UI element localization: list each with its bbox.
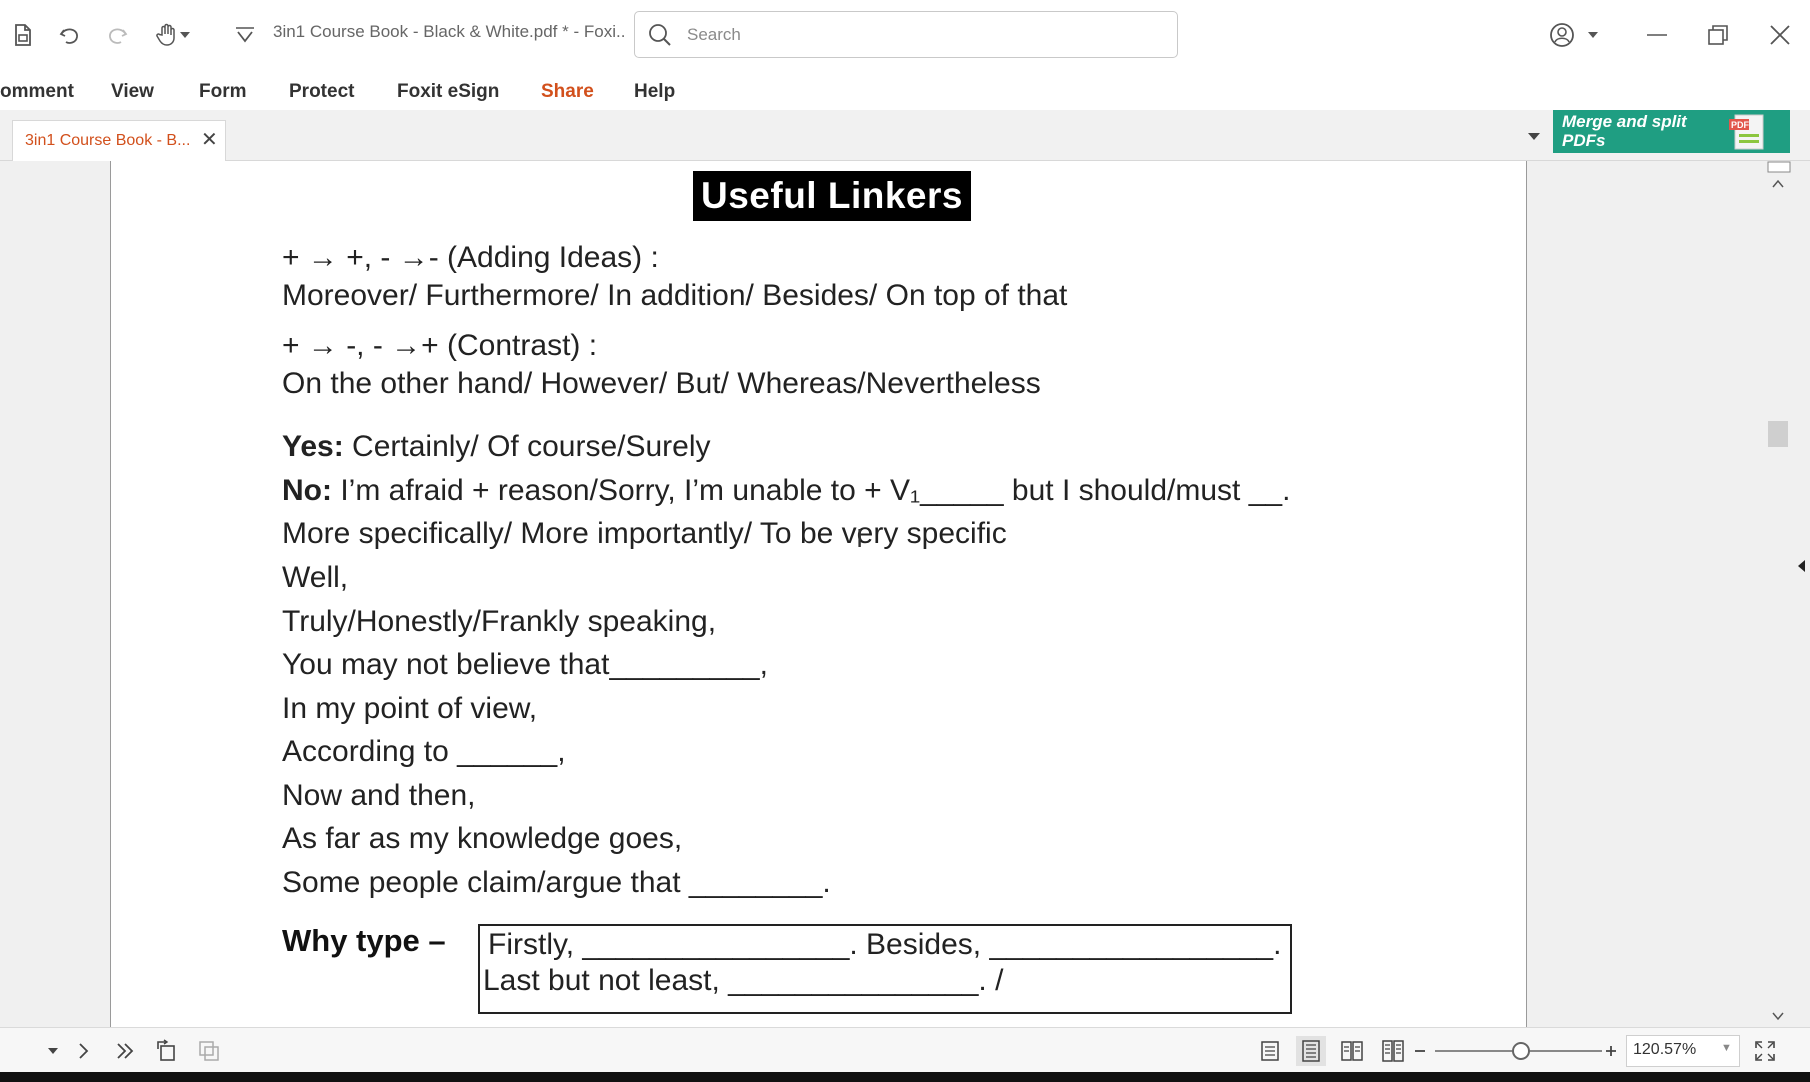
scroll-up-icon[interactable] xyxy=(1772,179,1784,189)
linker-line: According to ______, xyxy=(282,735,566,768)
tab-close-icon[interactable]: ✕ xyxy=(201,130,218,150)
next-page-icon[interactable] xyxy=(68,1036,98,1066)
restore-icon[interactable] xyxy=(1701,18,1735,52)
svg-text:PDF: PDF xyxy=(1731,120,1750,130)
redo-icon[interactable] xyxy=(100,18,134,52)
pdf-document-icon: PDF xyxy=(1725,113,1769,151)
search-input[interactable] xyxy=(685,21,1159,49)
search-box[interactable] xyxy=(634,11,1178,58)
zoom-slider-thumb[interactable] xyxy=(1512,1042,1530,1060)
zoom-level-value: 120.57% xyxy=(1633,1041,1697,1058)
scroll-down-icon[interactable] xyxy=(1772,1011,1784,1021)
yes-text: Certainly/ Of course/Surely xyxy=(343,430,711,463)
menu-share[interactable]: Share xyxy=(541,81,594,103)
page-thumbnail-icon xyxy=(1767,161,1791,173)
zoom-out-icon[interactable] xyxy=(1410,1036,1430,1066)
single-page-view-icon[interactable] xyxy=(1255,1036,1285,1066)
text-cursor-icon: I xyxy=(856,523,864,553)
tab-list-dropdown-icon[interactable] xyxy=(1527,128,1541,146)
no-text: I’m afraid + reason/Sorry, I’m unable to… xyxy=(331,474,1291,507)
side-panel-toggle-icon[interactable] xyxy=(1796,559,1806,576)
zoom-in-icon[interactable] xyxy=(1600,1036,1622,1066)
menu-bar: omment View Form Protect Foxit eSign Sha… xyxy=(0,70,1810,110)
scrollbar-thumb[interactable] xyxy=(1768,421,1788,447)
quick-access-dropdown-icon[interactable] xyxy=(228,18,262,52)
file-icon[interactable] xyxy=(6,18,40,52)
last-page-icon[interactable] xyxy=(110,1036,140,1066)
why-type-label: Why type – xyxy=(282,923,446,958)
adding-ideas-line: Moreover/ Furthermore/ In addition/ Besi… xyxy=(282,279,1068,312)
no-line: No: I’m afraid + reason/Sorry, I’m unabl… xyxy=(282,474,1290,508)
why-type-line-1: Firstly, ________________. Besides, ____… xyxy=(488,928,1282,961)
linker-line: Truly/Honestly/Frankly speaking, xyxy=(282,605,717,638)
promo-text: Merge and split PDFs xyxy=(1562,112,1687,150)
close-icon[interactable] xyxy=(1763,18,1797,52)
menu-comment[interactable]: omment xyxy=(0,81,74,103)
why-type-box: Firstly, ________________. Besides, ____… xyxy=(478,924,1292,1014)
account-dropdown-icon[interactable] xyxy=(1585,18,1601,52)
linker-line: You may not believe that_________, xyxy=(282,648,768,681)
linker-line: More specifically/ More importantly/ To … xyxy=(282,517,1007,550)
contrast-title: + → -, - →+ (Contrast) : xyxy=(282,329,598,362)
linker-line: As far as my knowledge goes, xyxy=(282,822,683,855)
page-heading: Useful Linkers xyxy=(693,171,971,221)
taskbar-edge xyxy=(0,1072,1810,1082)
vertical-scrollbar[interactable] xyxy=(1764,161,1794,1027)
status-bar: 120.57% ▼ xyxy=(0,1027,1810,1073)
why-type-line-2: Last but not least, _______________. / xyxy=(483,964,1004,997)
document-tab-bar: 3in1 Course Book - B... ✕ Merge and spli… xyxy=(0,110,1810,161)
document-tab[interactable]: 3in1 Course Book - B... ✕ xyxy=(12,120,226,161)
continuous-view-icon[interactable] xyxy=(1296,1036,1326,1066)
pdf-page: Useful Linkers + → +, - →- (Adding Ideas… xyxy=(110,161,1527,1027)
linker-line: Some people claim/argue that ________. xyxy=(282,866,831,899)
menu-view[interactable]: View xyxy=(111,81,154,103)
account-icon[interactable] xyxy=(1545,18,1579,52)
zoom-level-select[interactable]: 120.57% ▼ xyxy=(1626,1035,1740,1067)
linker-line: Well, xyxy=(282,561,349,594)
menu-protect[interactable]: Protect xyxy=(289,81,354,103)
chevron-down-icon[interactable] xyxy=(176,18,194,52)
menu-foxit-esign[interactable]: Foxit eSign xyxy=(397,81,499,103)
document-title: 3in1 Course Book - Black & White.pdf * -… xyxy=(273,22,625,41)
fullscreen-icon[interactable] xyxy=(1750,1036,1780,1066)
document-viewport[interactable]: Useful Linkers + → +, - →- (Adding Ideas… xyxy=(0,161,1810,1027)
yes-line: Yes: Certainly/ Of course/Surely xyxy=(282,430,711,464)
title-bar: 3in1 Course Book - Black & White.pdf * -… xyxy=(0,0,1810,71)
search-icon xyxy=(647,22,673,53)
undo-icon[interactable] xyxy=(53,18,87,52)
document-tab-label: 3in1 Course Book - B... xyxy=(25,132,191,149)
menu-form[interactable]: Form xyxy=(199,81,247,103)
merge-split-promo-banner[interactable]: Merge and split PDFs PDF xyxy=(1553,110,1790,153)
menu-help[interactable]: Help xyxy=(634,81,675,103)
minimize-icon[interactable] xyxy=(1640,18,1674,52)
linker-line: Now and then, xyxy=(282,779,476,812)
zoom-dropdown-icon[interactable]: ▼ xyxy=(1721,1042,1732,1054)
contrast-line: On the other hand/ However/ But/ Whereas… xyxy=(282,367,1041,400)
adding-ideas-title: + → +, - →- (Adding Ideas) : xyxy=(282,241,659,274)
rotate-view-icon[interactable] xyxy=(152,1036,182,1066)
no-label: No: xyxy=(282,474,332,507)
continuous-facing-view-icon[interactable] xyxy=(1378,1036,1408,1066)
linker-line: In my point of view, xyxy=(282,692,538,725)
facing-view-icon[interactable] xyxy=(1337,1036,1367,1066)
yes-label: Yes: xyxy=(282,430,344,463)
page-view-icon[interactable] xyxy=(194,1036,224,1066)
page-dropdown-icon[interactable] xyxy=(38,1036,68,1066)
